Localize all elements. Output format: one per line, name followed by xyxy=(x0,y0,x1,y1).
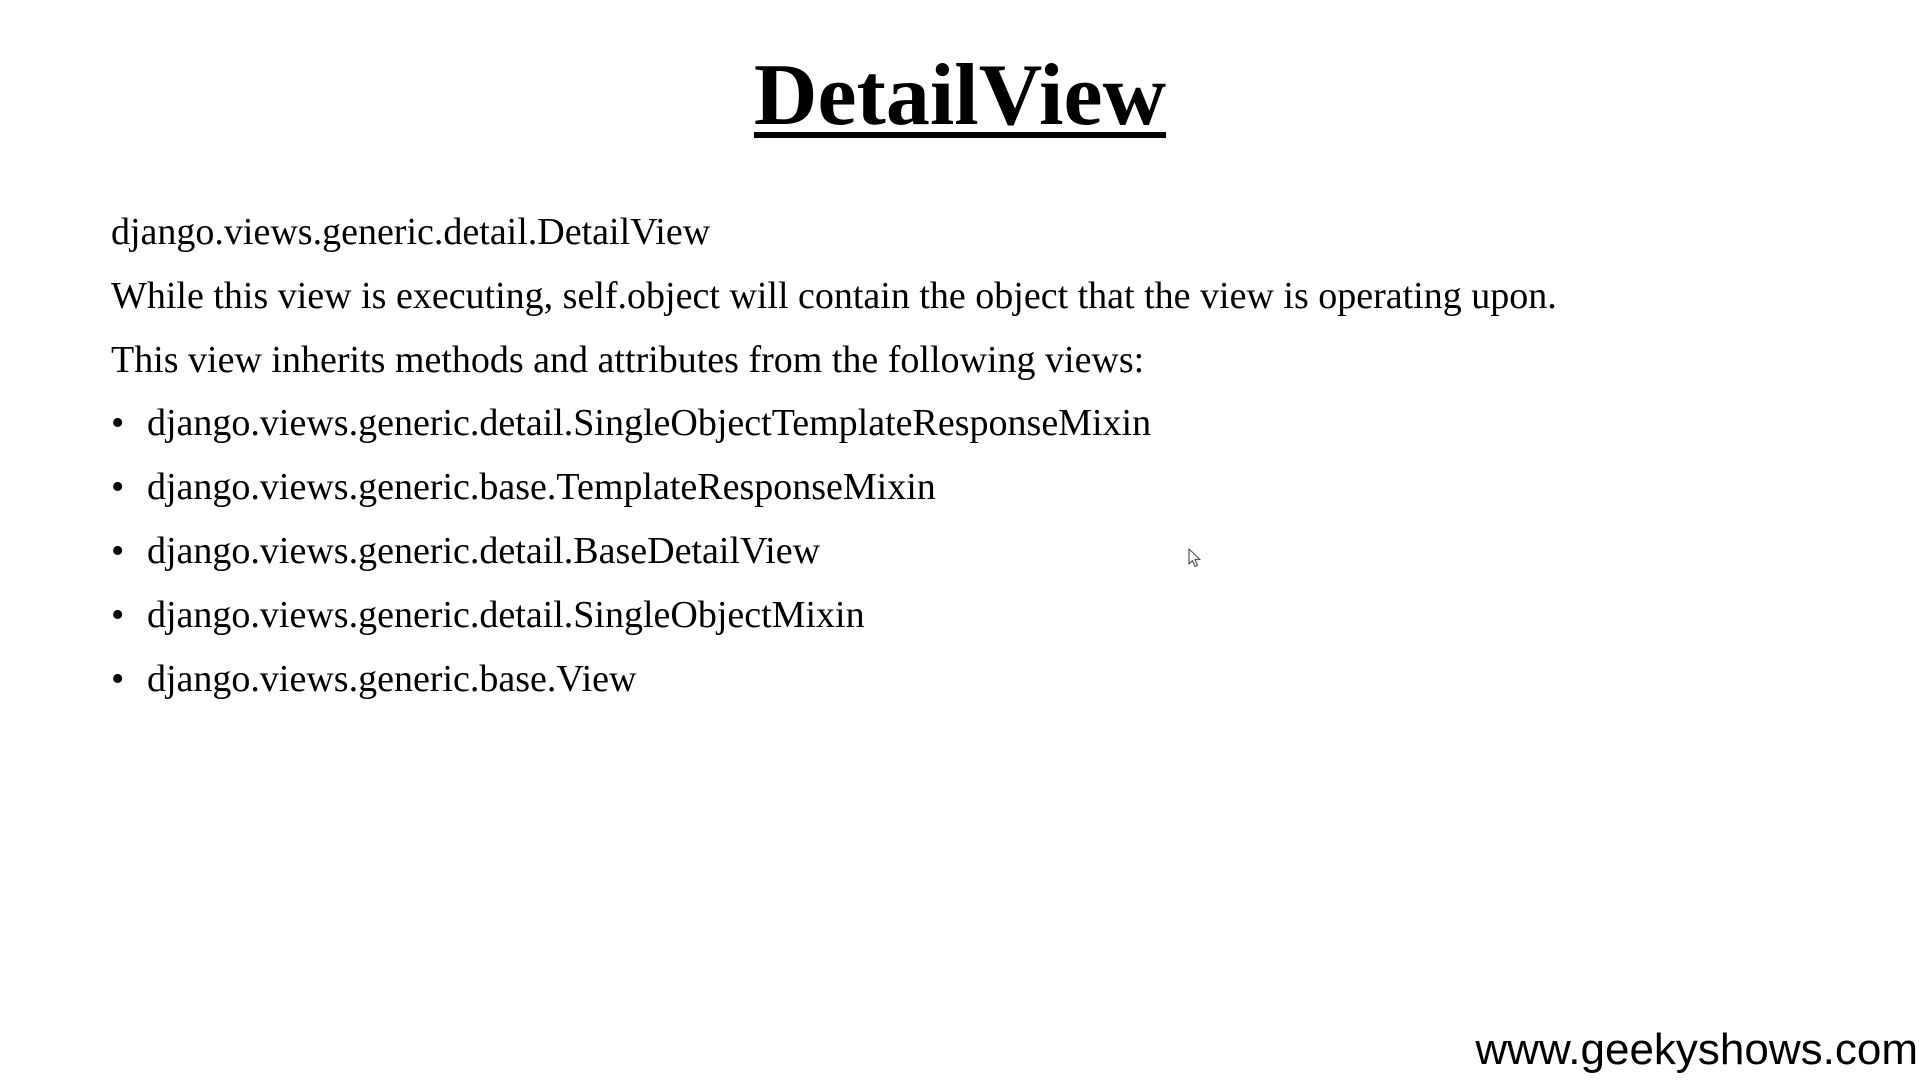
view-description: While this view is executing, self.objec… xyxy=(111,275,1557,317)
ancestor-class: django.views.generic.detail.SingleObject… xyxy=(147,594,865,636)
mouse-pointer-icon xyxy=(1188,548,1201,568)
slide: DetailView django.views.generic.detail.D… xyxy=(0,0,1920,1080)
bullet-icon: • xyxy=(111,402,125,444)
ancestor-class: django.views.generic.detail.SingleObject… xyxy=(147,402,1152,444)
ancestor-class: django.views.generic.base.TemplateRespon… xyxy=(147,466,936,508)
bullet-icon: • xyxy=(111,466,125,508)
bullet-icon: • xyxy=(111,594,125,636)
slide-title: DetailView xyxy=(0,46,1920,146)
slide-title-text: DetailView xyxy=(753,47,1167,144)
ancestor-class: django.views.generic.detail.BaseDetailVi… xyxy=(147,530,821,572)
class-path: django.views.generic.detail.DetailView xyxy=(111,211,711,253)
website-watermark: www.geekyshows.com xyxy=(1475,1025,1918,1074)
bullet-icon: • xyxy=(111,530,125,572)
inherit-intro: This view inherits methods and attribute… xyxy=(111,339,1145,381)
ancestor-class: django.views.generic.base.View xyxy=(147,658,637,700)
bullet-icon: • xyxy=(111,658,125,700)
